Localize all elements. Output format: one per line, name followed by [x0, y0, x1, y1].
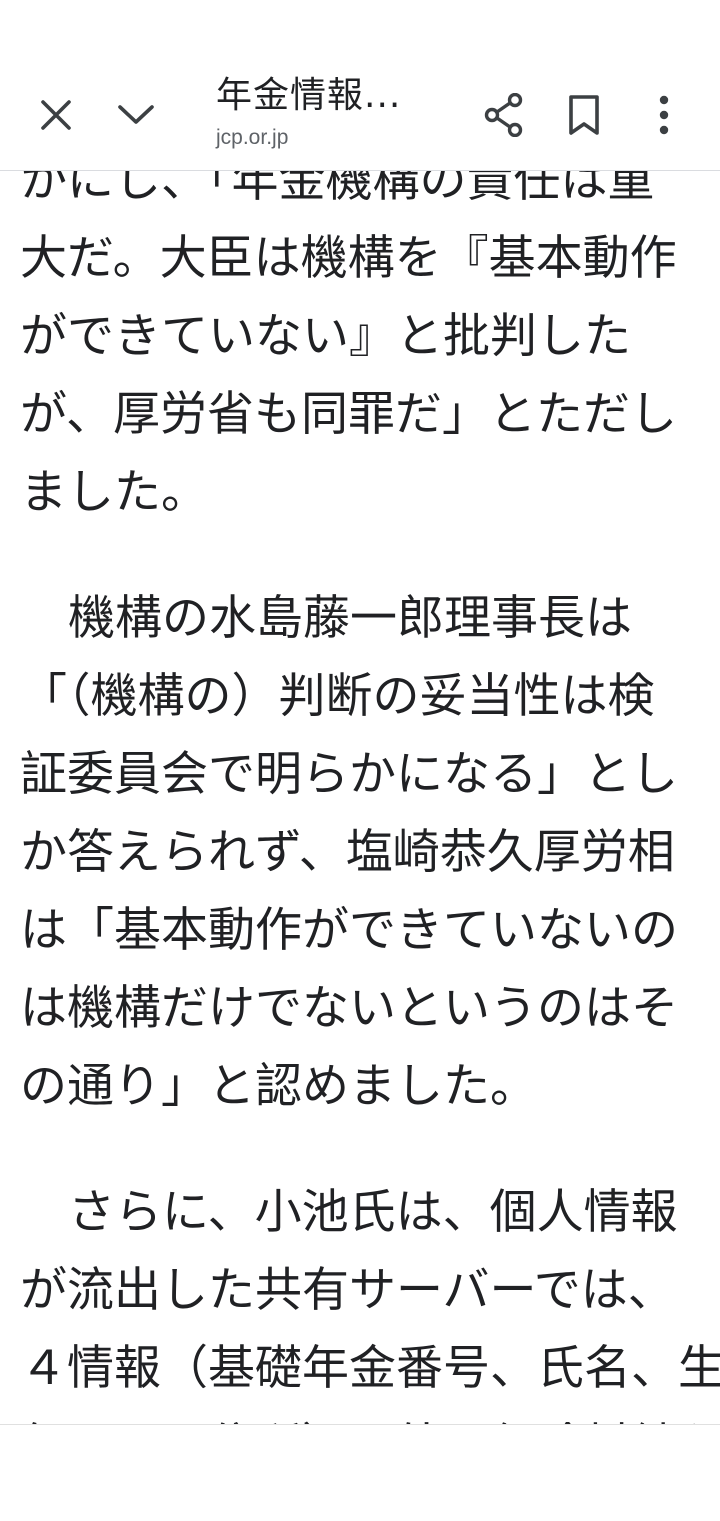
text-line: 機構の水島藤一郎理事長は	[68, 591, 632, 646]
text-line: ができていない』と批判した	[20, 309, 631, 364]
text-line: ました。	[20, 465, 208, 520]
text-line: 年月日、住所）以外に保険料納入	[20, 1408, 720, 1424]
close-button[interactable]	[24, 83, 88, 147]
text-line: の通り」と認めました。	[20, 1059, 537, 1114]
paragraph-3: さらに、小池氏は、個人情報 が流出した共有サーバーでは、 ４情報（基礎年金番号、…	[20, 1174, 720, 1424]
text-line: は「基本動作ができていないの	[20, 903, 678, 958]
text-line: が流出した共有サーバーでは、	[20, 1263, 675, 1318]
text-line: さらに、小池氏は、個人情報	[68, 1185, 678, 1240]
bottom-navigation-area	[0, 1424, 720, 1521]
article-viewport[interactable]: かにし、「年金機構の責任は重 大だ。大臣は機構を『基本動作 ができていない』と批…	[0, 170, 720, 1424]
text-line: が、厚労省も同罪だ」とただし	[20, 387, 678, 442]
close-icon	[41, 100, 71, 130]
custom-tab-toolbar: 年金情報... jcp.or.jp	[0, 60, 720, 171]
bookmark-icon	[569, 95, 599, 135]
text-line: 証委員会で明らかになる」とし	[20, 747, 678, 802]
article-body: かにし、「年金機構の責任は重 大だ。大臣は機構を『基本動作 ができていない』と批…	[20, 170, 720, 1424]
text-line: 「（機構の）判断の妥当性は検	[20, 669, 655, 724]
paragraph-1: かにし、「年金機構の責任は重 大だ。大臣は機構を『基本動作 ができていない』と批…	[20, 170, 700, 532]
text-line: か答えられず、塩崎恭久厚労相	[20, 825, 675, 880]
text-line: ４情報（基礎年金番号、氏名、生	[20, 1341, 720, 1396]
minimize-button[interactable]	[104, 83, 168, 147]
paragraph-2: 機構の水島藤一郎理事長は 「（機構の）判断の妥当性は検 証委員会で明らかになる」…	[20, 580, 700, 1126]
chevron-down-icon	[118, 105, 154, 124]
page-domain: jcp.or.jp	[216, 126, 289, 149]
text-line: は機構だけでないというのはそ	[20, 981, 678, 1036]
text-line: 大だ。大臣は機構を『基本動作	[20, 231, 677, 286]
more-vert-icon	[659, 95, 669, 135]
share-icon	[484, 93, 523, 137]
bookmark-button[interactable]	[552, 83, 616, 147]
page-title: 年金情報...	[216, 75, 402, 116]
status-bar	[0, 0, 720, 60]
more-options-button[interactable]	[632, 83, 696, 147]
text-line: かにし、「年金機構の責任は重	[20, 170, 655, 208]
share-button[interactable]	[472, 83, 536, 147]
title-block: 年金情報... jcp.or.jp	[216, 74, 466, 152]
